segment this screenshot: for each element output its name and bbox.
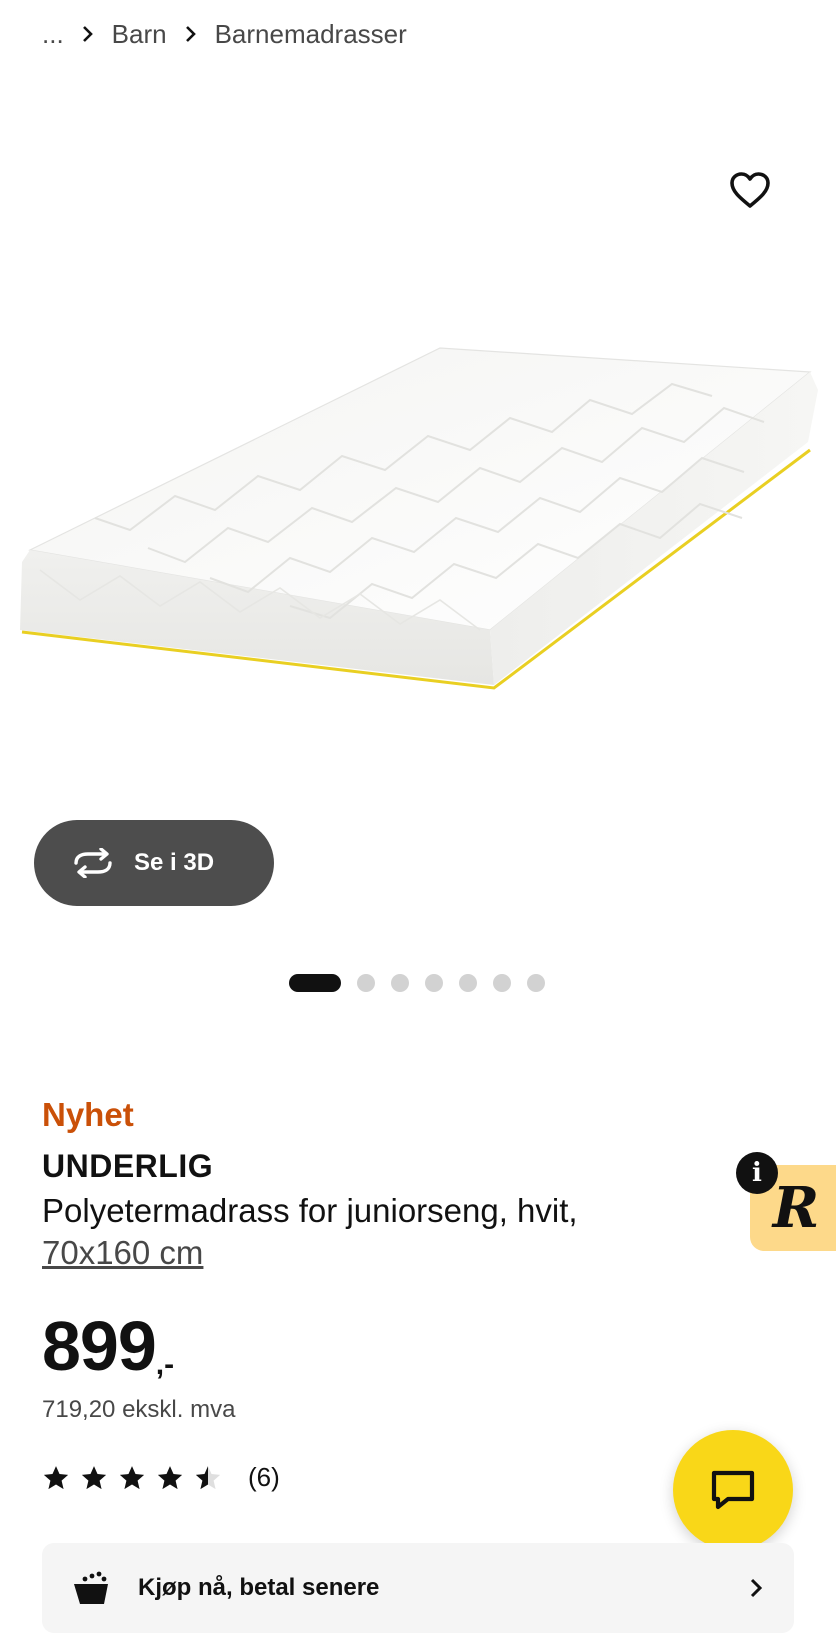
buy-now-pay-later-label: Kjøp nå, betal senere <box>138 1574 380 1601</box>
breadcrumb: ... Barn Barnemadrasser <box>42 14 407 54</box>
breadcrumb-item-barn[interactable]: Barn <box>112 19 167 50</box>
product-name: UNDERLIG <box>42 1148 214 1184</box>
shopping-cart-icon <box>74 1571 108 1604</box>
chat-bubble-icon <box>711 1470 755 1510</box>
breadcrumb-item-barnemadrasser[interactable]: Barnemadrasser <box>215 19 407 50</box>
info-icon[interactable]: i <box>736 1152 778 1194</box>
buy-now-pay-later[interactable]: Kjøp nå, betal senere <box>42 1543 794 1633</box>
carousel-dot-7[interactable] <box>527 974 545 992</box>
carousel-dot-6[interactable] <box>493 974 511 992</box>
star-icon <box>43 1465 69 1489</box>
star-half-icon <box>195 1465 221 1489</box>
favourite-button[interactable] <box>726 168 774 212</box>
chevron-right-icon <box>750 1578 763 1598</box>
heart-outline-icon <box>730 172 770 208</box>
carousel-indicator <box>289 974 545 992</box>
chevron-right-icon <box>64 14 112 54</box>
review-count: (6) <box>248 1462 280 1492</box>
star-icon <box>119 1465 145 1489</box>
carousel-dot-2[interactable] <box>357 974 375 992</box>
product-description: Polyetermadrass for juniorseng, hvit, 70… <box>42 1190 702 1274</box>
rating[interactable]: (6) <box>42 1462 280 1493</box>
view-in-3d-label: Se i 3D <box>134 849 215 876</box>
new-badge: Nyhet <box>42 1096 134 1133</box>
partner-logo: R <box>772 1175 820 1241</box>
product-image[interactable] <box>0 300 836 760</box>
breadcrumb-ellipsis[interactable]: ... <box>42 19 64 50</box>
price-integer: 899 <box>42 1307 157 1385</box>
product-description-text: Polyetermadrass for juniorseng, hvit, <box>42 1192 578 1229</box>
star-rating <box>42 1464 222 1492</box>
rotate-3d-icon <box>74 848 112 878</box>
price-decimal: ,- <box>155 1348 175 1381</box>
product-price: 899 ,- <box>42 1306 174 1386</box>
star-icon <box>81 1465 107 1489</box>
chat-button[interactable] <box>673 1430 793 1550</box>
view-in-3d-button[interactable]: Se i 3D <box>34 820 274 906</box>
carousel-dot-1[interactable] <box>289 974 341 992</box>
chevron-right-icon <box>167 14 215 54</box>
price-excluding-vat: 719,20 ekskl. mva <box>42 1396 236 1423</box>
product-size-link[interactable]: 70x160 cm <box>42 1234 203 1271</box>
carousel-dot-4[interactable] <box>425 974 443 992</box>
carousel-dot-5[interactable] <box>459 974 477 992</box>
star-icon <box>157 1465 183 1489</box>
carousel-dot-3[interactable] <box>391 974 409 992</box>
